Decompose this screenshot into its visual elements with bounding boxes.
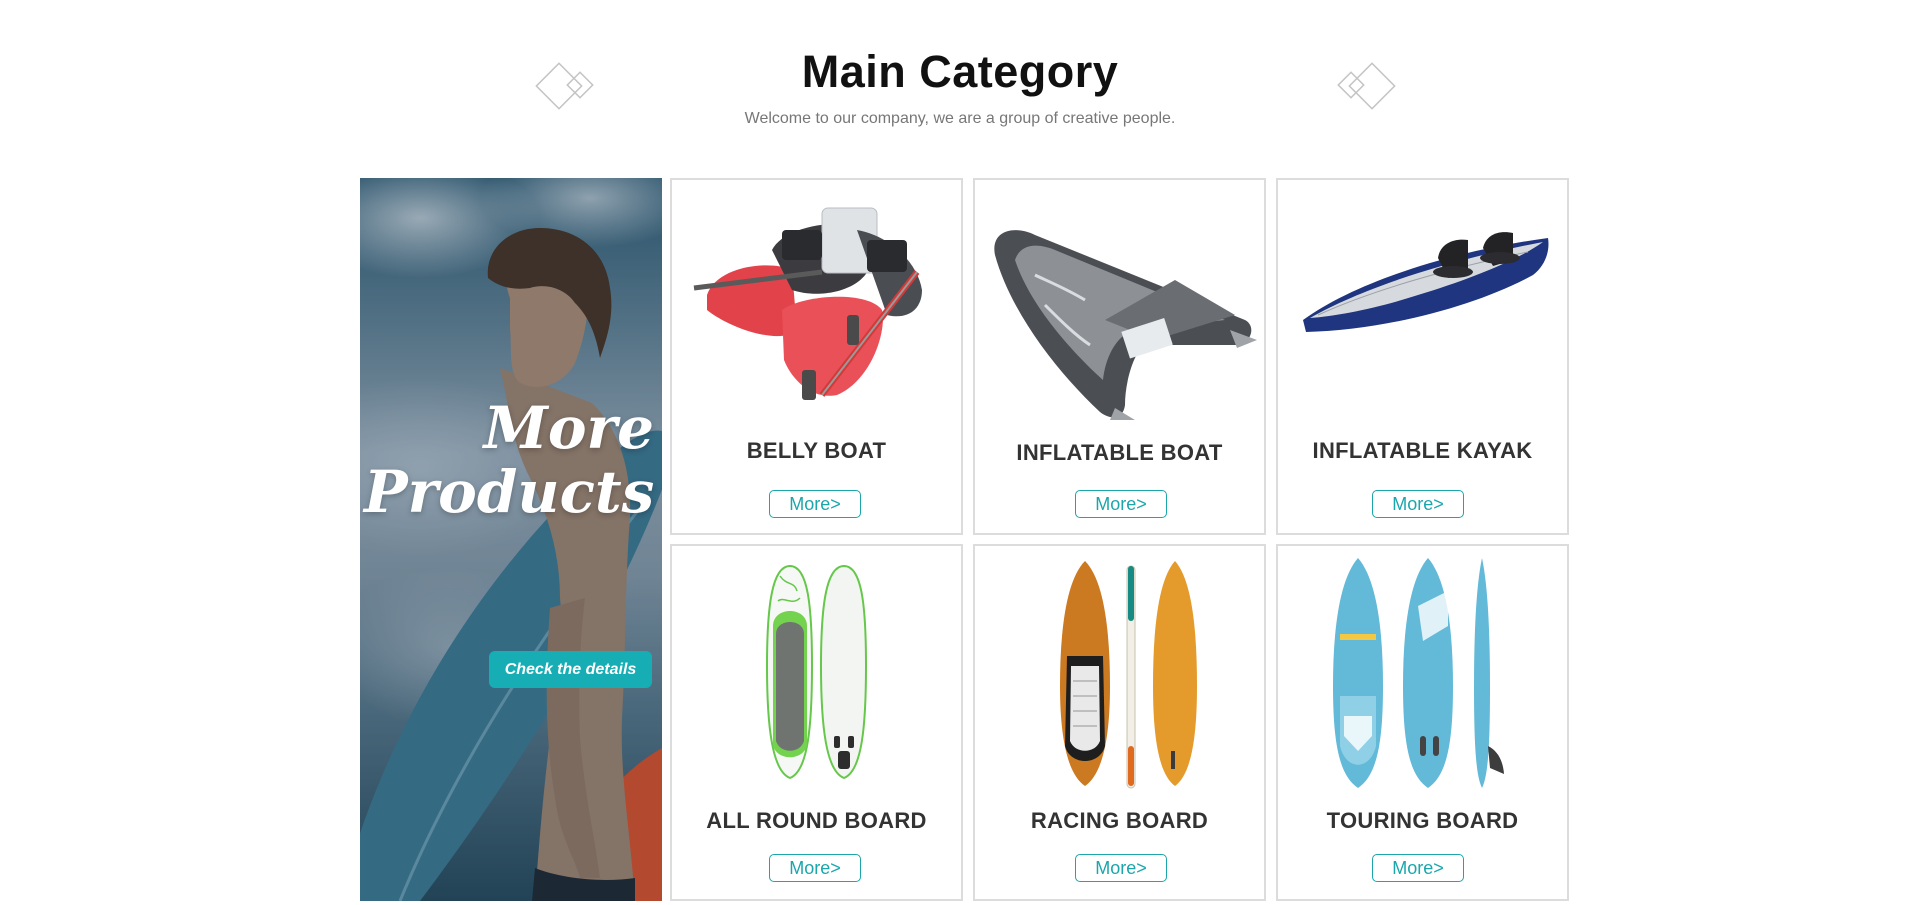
product-card-racing-board[interactable]: RACING BOARD More> <box>973 544 1266 901</box>
more-button[interactable]: More> <box>1372 490 1464 518</box>
inflatable-boat-image <box>994 230 1257 420</box>
section-header: Main Category Welcome to our company, we… <box>0 40 1920 140</box>
product-card-inflatable-boat[interactable]: INFLATABLE BOAT More> <box>973 178 1266 535</box>
product-name: INFLATABLE BOAT <box>1016 440 1223 465</box>
main-category-page: Main Category Welcome to our company, we… <box>0 0 1920 905</box>
surfer-photo-icon <box>360 178 662 901</box>
belly-boat-image <box>693 207 922 400</box>
more-button[interactable]: More> <box>769 854 861 882</box>
racing-board-image <box>1060 561 1197 789</box>
page-title: Main Category <box>801 46 1119 97</box>
more-button[interactable]: More> <box>1372 854 1464 882</box>
banner-title-line-1: More <box>483 394 654 462</box>
page-subtitle: Welcome to our company, we are a group o… <box>744 110 1176 127</box>
more-button[interactable]: More> <box>1075 490 1167 518</box>
product-card-all-round-board[interactable]: ALL ROUND BOARD More> <box>670 544 963 901</box>
more-button[interactable]: More> <box>769 490 861 518</box>
category-grid: More Products Check the details BELLY BO… <box>360 178 1569 901</box>
product-card-belly-boat[interactable]: BELLY BOAT More> <box>670 178 963 535</box>
product-card-inflatable-kayak[interactable]: INFLATABLE KAYAK More> <box>1276 178 1569 535</box>
product-name: INFLATABLE KAYAK <box>1312 438 1533 463</box>
more-products-banner[interactable]: More Products Check the details <box>360 178 662 901</box>
product-name: BELLY BOAT <box>746 438 887 463</box>
diamond-decoration-right-icon <box>1337 62 1396 110</box>
touring-board-image <box>1333 558 1504 788</box>
product-name: RACING BOARD <box>1030 808 1209 833</box>
all-round-board-image <box>765 564 868 780</box>
banner-title: More Products <box>364 396 654 524</box>
more-button[interactable]: More> <box>1075 854 1167 882</box>
product-name: TOURING BOARD <box>1326 808 1519 833</box>
check-details-button[interactable]: Check the details <box>489 651 652 688</box>
inflatable-kayak-image <box>1303 232 1549 332</box>
product-card-touring-board[interactable]: TOURING BOARD More> <box>1276 544 1569 901</box>
banner-title-line-2: Products <box>364 458 655 526</box>
product-name: ALL ROUND BOARD <box>706 808 927 833</box>
